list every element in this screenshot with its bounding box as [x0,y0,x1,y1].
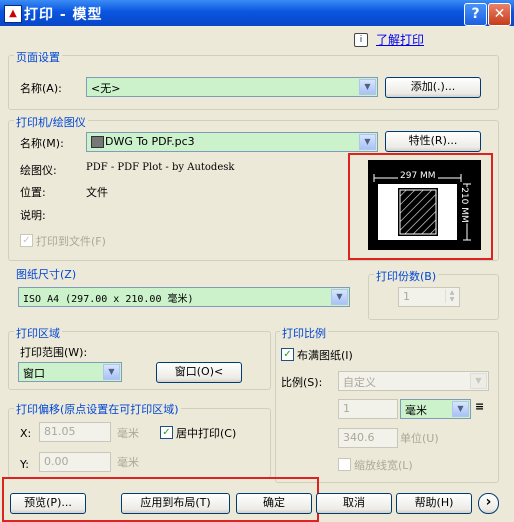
copies-input[interactable]: 1 ▲ ▼ [398,287,460,307]
printer-name-combo[interactable]: DWG To PDF.pc3 ▼ [86,132,378,152]
paper-size-value: ISO A4 (297.00 x 210.00 毫米) [23,294,194,305]
info-icon: i [354,33,368,47]
plot-scale-title: 打印比例 [280,325,328,341]
scale-lineweights-checkbox[interactable] [338,458,351,471]
x-offset-label: X: [20,427,32,440]
chevron-down-icon[interactable]: ▼ [452,401,469,417]
autocad-icon: ▲ [4,5,22,23]
location-label: 位置: [20,186,46,199]
fit-to-paper-checkbox[interactable]: ✓ [281,348,294,361]
y-offset-unit: 毫米 [117,456,139,469]
paper-preview: 297 MM 210 MM [368,160,481,250]
title-bar: ▲ 打印 - 模型 ? ✕ [0,0,514,26]
print-to-file-label: 打印到文件(F) [36,235,106,248]
preview-button[interactable]: 预览(P)... [10,493,86,514]
copies-title: 打印份数(B) [374,268,439,284]
plot-area-title: 打印区域 [14,325,62,341]
scale-unit2-label: 单位(U) [400,432,439,445]
preview-height-label: 210 MM [458,187,469,223]
scale-value2-input[interactable]: 340.6 [338,428,398,448]
scale-unit-combo[interactable]: 毫米 ▼ [400,399,471,419]
chevron-down-icon[interactable]: ▼ [359,134,376,150]
page-setup-name-combo[interactable]: <无> ▼ [86,77,378,97]
ok-button[interactable]: 确定 [236,493,312,514]
page-setup-title: 页面设置 [14,49,62,65]
fit-to-paper-label: 布满图纸(I) [297,349,353,362]
plot-range-combo[interactable]: 窗口 ▼ [18,362,122,382]
apply-to-layout-button[interactable]: 应用到布局(T) [121,493,230,514]
help-button[interactable]: 帮助(H) [396,493,472,514]
add-button[interactable]: 添加(.)... [385,77,481,98]
chevron-down-icon[interactable]: ▼ [103,364,120,380]
paper-size-combo[interactable]: ISO A4 (297.00 x 210.00 毫米) ▼ [18,287,350,307]
print-to-file-checkbox[interactable]: ✓ [20,234,33,247]
scale-lineweights-label: 缩放线宽(L) [354,459,413,472]
properties-button[interactable]: 特性(R)... [385,131,481,152]
x-offset-unit: 毫米 [117,427,139,440]
printer-title: 打印机/绘图仪 [14,114,88,130]
plotter-label: 绘图仪: [20,164,57,177]
plot-range-label: 打印范围(W): [20,346,88,359]
print-dialog: ▲ 打印 - 模型 ? ✕ i 了解打印 页面设置 名称(A): <无> ▼ 添… [0,0,514,522]
help-title-button[interactable]: ? [464,3,487,26]
printer-icon [91,136,104,148]
learn-printing-link[interactable]: 了解打印 [376,31,424,48]
y-offset-label: Y: [20,458,29,471]
spinner-icon[interactable]: ▲ ▼ [445,289,458,303]
preview-width-label: 297 MM [398,171,438,181]
x-offset-value: 81.05 [44,425,76,438]
page-setup-name-label: 名称(A): [20,82,62,95]
y-offset-input[interactable]: 0.00 [39,452,111,472]
location-value: 文件 [86,186,108,199]
window-title: 打印 - 模型 [24,7,103,23]
center-plot-checkbox[interactable]: ✓ [160,426,173,439]
scale-value: 自定义 [343,376,376,389]
printer-name-label: 名称(M): [20,137,64,150]
chevron-down-icon[interactable]: ▼ [359,79,376,95]
scale-combo[interactable]: 自定义 ▼ [338,371,489,391]
plot-offset-title: 打印偏移(原点设置在可打印区域) [14,401,181,417]
scale-unit-value: 毫米 [405,404,427,417]
scale-value1-input[interactable]: 1 [338,399,398,419]
y-offset-value: 0.00 [44,455,69,468]
x-offset-input[interactable]: 81.05 [39,422,111,442]
scale-label: 比例(S): [281,376,323,389]
scale-value1: 1 [343,402,350,415]
printer-name-value: DWG To PDF.pc3 [91,135,195,148]
plotter-value: PDF - PDF Plot - by Autodesk [86,162,235,173]
copies-value: 1 [403,290,410,303]
scale-value2: 340.6 [343,431,375,444]
page-setup-name-value: <无> [91,82,121,95]
cancel-button[interactable]: 取消 [316,493,392,514]
close-button[interactable]: ✕ [488,3,511,26]
equals-icon: ≡ [475,400,485,413]
chevron-down-icon[interactable]: ▼ [331,289,348,305]
more-options-icon[interactable]: › [478,493,499,514]
description-label: 说明: [20,209,46,222]
chevron-down-icon[interactable]: ▼ [470,373,487,389]
plot-range-value: 窗口 [23,367,45,380]
paper-size-title: 图纸尺寸(Z) [14,266,79,282]
center-plot-label: 居中打印(C) [176,427,237,440]
window-pick-button[interactable]: 窗口(O)< [156,362,242,383]
